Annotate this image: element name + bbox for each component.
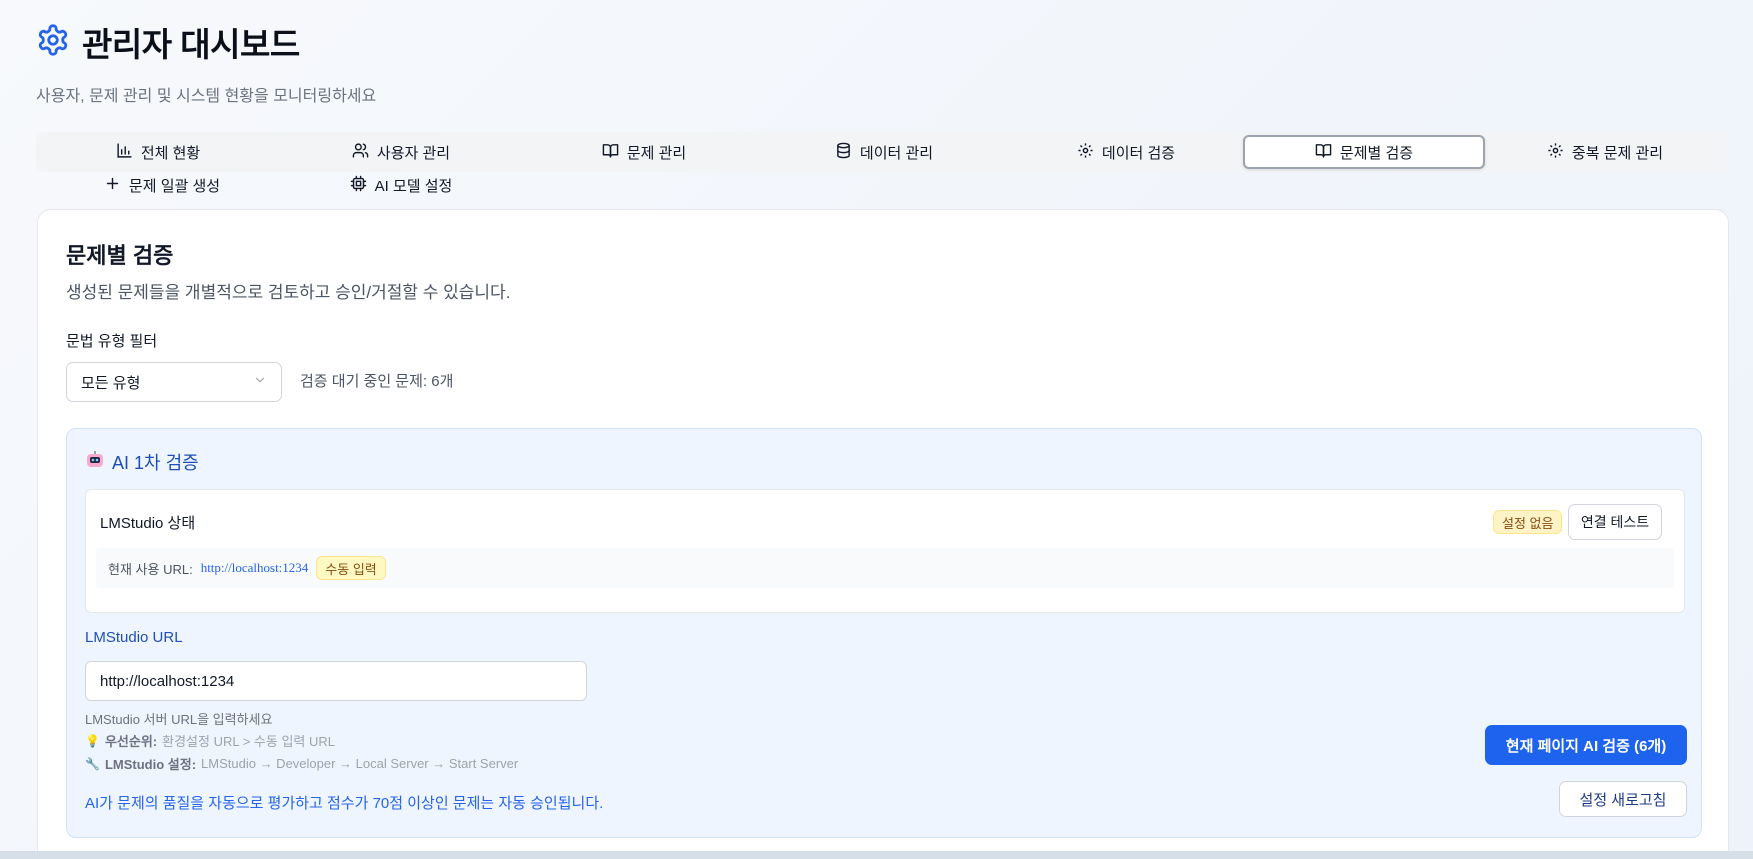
cpu-icon xyxy=(350,175,367,196)
bar-chart-icon xyxy=(116,142,133,163)
setup-label: LMStudio 설정: xyxy=(104,757,197,772)
tab-label: AI 모델 설정 xyxy=(374,177,453,195)
gear-icon xyxy=(36,23,70,62)
grammar-type-select[interactable]: 모든 유형 xyxy=(66,362,282,402)
tab-label: 문제 관리 xyxy=(626,144,687,162)
page-header: 관리자 대시보드 사용자, 문제 관리 및 시스템 현황을 모니터링하세요 xyxy=(36,18,376,106)
ai-verify-panel: AI 1차 검증 LMStudio 상태 설정 없음 연결 테스트 현재 사용 … xyxy=(66,428,1702,838)
setup-hint: 🔧 LMStudio 설정: LMStudio → Developer → Lo… xyxy=(85,754,518,773)
tab-duplicates[interactable]: 중복 문제 관리 xyxy=(1542,135,1668,169)
gear-icon xyxy=(1547,142,1564,163)
tab-label: 전체 현황 xyxy=(140,144,201,162)
current-url-link[interactable]: http://localhost:1234 xyxy=(201,560,309,576)
book-open-icon xyxy=(602,142,619,163)
tab-ai-model[interactable]: AI 모델 설정 xyxy=(345,168,457,202)
robot-icon xyxy=(85,450,105,475)
current-url-row: 현재 사용 URL: http://localhost:1234 수동 입력 xyxy=(96,548,1674,588)
gear-icon xyxy=(1077,142,1094,163)
status-label: LMStudio 상태 xyxy=(100,515,196,532)
users-icon xyxy=(352,142,369,163)
tab-data-verify[interactable]: 데이터 검증 xyxy=(1070,135,1182,169)
ai-verify-page-button[interactable]: 현재 페이지 AI 검증 (6개) xyxy=(1485,725,1687,765)
connection-test-button[interactable]: 연결 테스트 xyxy=(1568,504,1662,540)
tab-label: 사용자 관리 xyxy=(376,144,451,162)
lmstudio-status-box: LMStudio 상태 설정 없음 연결 테스트 현재 사용 URL: http… xyxy=(85,489,1685,613)
ai-panel-title: AI 1차 검증 xyxy=(112,453,199,473)
tab-label: 중복 문제 관리 xyxy=(1571,144,1664,162)
setup-text: LMStudio → Developer → Local Server → St… xyxy=(201,756,519,771)
wrench-icon: 🔧 xyxy=(85,756,100,771)
tab-bulk-generate[interactable]: 문제 일괄 생성 xyxy=(100,168,224,202)
refresh-settings-button[interactable]: 설정 새로고침 xyxy=(1559,781,1687,817)
status-badge: 설정 없음 xyxy=(1493,510,1563,534)
url-hint: LMStudio 서버 URL을 입력하세요 xyxy=(85,712,273,727)
problem-verify-card: 문제별 검증 생성된 문제들을 개별적으로 검토하고 승인/거절할 수 있습니다… xyxy=(37,209,1729,859)
current-url-label: 현재 사용 URL: xyxy=(108,561,193,577)
priority-text: 환경설정 URL > 수동 입력 URL xyxy=(162,734,335,749)
card-title: 문제별 검증 xyxy=(66,243,174,268)
page-subtitle: 사용자, 문제 관리 및 시스템 현황을 모니터링하세요 xyxy=(36,88,377,105)
tab-label: 데이터 검증 xyxy=(1101,144,1176,162)
tab-problems[interactable]: 문제 관리 xyxy=(594,135,694,169)
select-value: 모든 유형 xyxy=(81,374,141,392)
lmstudio-url-input[interactable] xyxy=(85,661,587,701)
book-open-icon xyxy=(1315,142,1332,163)
url-mode-badge: 수동 입력 xyxy=(316,556,386,580)
bottom-scroll-edge xyxy=(0,851,1753,859)
url-field-label: LMStudio URL xyxy=(85,629,183,646)
tab-overview[interactable]: 전체 현황 xyxy=(108,135,208,169)
pending-count: 검증 대기 중인 문제: 6개 xyxy=(300,373,454,390)
lightbulb-icon: 💡 xyxy=(85,733,100,748)
filter-label: 문법 유형 필터 xyxy=(66,333,158,350)
auto-approve-note: AI가 문제의 품질을 자동으로 평가하고 점수가 70점 이상인 문제는 자동… xyxy=(85,795,604,812)
chevron-down-icon xyxy=(253,373,267,391)
priority-hint: 💡 우선순위: 환경설정 URL > 수동 입력 URL xyxy=(85,731,335,750)
tab-users[interactable]: 사용자 관리 xyxy=(345,135,457,169)
tab-label: 문제별 검증 xyxy=(1339,144,1414,162)
plus-icon xyxy=(104,175,121,196)
database-icon xyxy=(835,142,852,163)
tab-label: 문제 일괄 생성 xyxy=(128,177,221,195)
card-description: 생성된 문제들을 개별적으로 검토하고 승인/거절할 수 있습니다. xyxy=(66,283,511,302)
tab-data[interactable]: 데이터 관리 xyxy=(828,135,940,169)
page-title: 관리자 대시보드 xyxy=(82,26,300,63)
admin-dashboard-page: 관리자 대시보드 사용자, 문제 관리 및 시스템 현황을 모니터링하세요 전체… xyxy=(0,0,1753,859)
priority-label: 우선순위: xyxy=(104,734,158,749)
tab-label: 데이터 관리 xyxy=(859,144,934,162)
tab-problem-verify[interactable]: 문제별 검증 xyxy=(1243,135,1485,169)
